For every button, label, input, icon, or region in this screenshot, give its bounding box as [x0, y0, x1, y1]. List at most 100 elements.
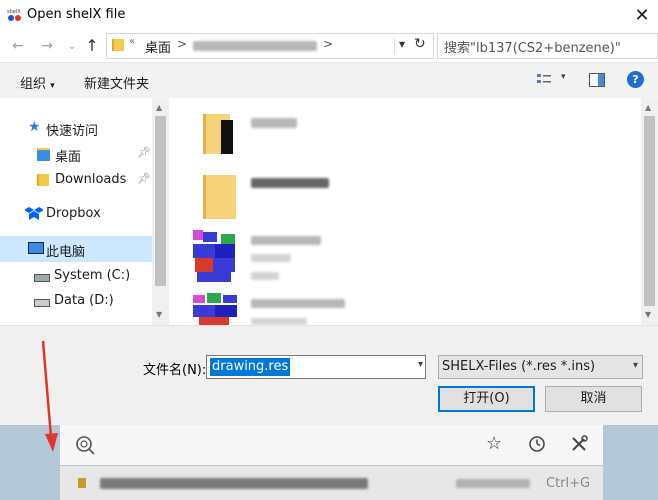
preview-pane-button[interactable]: [589, 73, 605, 87]
breadcrumb-separator[interactable]: >: [177, 37, 187, 51]
list-item[interactable]: [193, 230, 243, 285]
star-icon: ★: [28, 119, 41, 135]
forward-arrow-icon: →: [41, 38, 53, 54]
help-icon: ?: [632, 73, 639, 86]
breadcrumb-desktop[interactable]: 桌面: [145, 37, 171, 56]
organize-menu[interactable]: 组织 ▾: [20, 73, 55, 92]
chevron-down-icon[interactable]: ▾: [418, 359, 423, 370]
sidebar-item-label: Dropbox: [46, 206, 101, 221]
sidebar-item-label: 快速访问: [46, 124, 99, 139]
blurred-file-name: [251, 236, 321, 245]
organize-label: 组织: [20, 77, 47, 92]
view-options-button[interactable]: [537, 73, 551, 85]
view-details-icon: [537, 74, 551, 83]
folder-icon: [112, 39, 124, 51]
blurred-file-size: [251, 272, 279, 280]
scrollbar-thumb[interactable]: [644, 116, 655, 306]
blurred-file-name: [251, 299, 345, 308]
address-dropdown-button[interactable]: ▾: [399, 37, 405, 51]
scroll-down-icon[interactable]: ▼: [156, 310, 162, 319]
computer-icon: [28, 242, 44, 254]
file-list-scrollbar[interactable]: ▲ ▼: [641, 98, 658, 325]
star-outline-icon[interactable]: ☆: [486, 433, 502, 454]
chevron-down-icon: ⌄: [67, 39, 77, 52]
sidebar-item-desktop[interactable]: 桌面 📌︎: [0, 142, 152, 166]
preview-pane-icon: [598, 74, 604, 86]
back-button[interactable]: ←: [8, 37, 28, 55]
help-button[interactable]: ?: [627, 71, 644, 88]
dropbox-icon: [25, 207, 43, 220]
sidebar-item-label: 此电脑: [46, 245, 86, 260]
close-button[interactable]: ✕: [630, 3, 654, 27]
sidebar-scrollbar[interactable]: ▲ ▼: [152, 98, 169, 325]
view-dropdown[interactable]: ▾: [561, 72, 566, 82]
chevron-down-icon: ▾: [561, 72, 566, 82]
blurred-result-title: [100, 478, 368, 489]
sidebar-item-label: Data (D:): [54, 293, 114, 308]
folder-icon: [203, 175, 236, 219]
shortcut-hint: Ctrl+G: [546, 476, 591, 491]
chevron-down-icon: ▾: [50, 81, 55, 91]
filename-input[interactable]: drawing.res: [210, 358, 291, 376]
sidebar-item-system-c[interactable]: System (C:): [0, 264, 152, 288]
scroll-down-icon[interactable]: ▼: [645, 310, 651, 319]
cancel-button[interactable]: 取消: [545, 386, 642, 412]
refresh-button[interactable]: ↻: [414, 36, 426, 52]
forward-button[interactable]: →: [37, 37, 57, 55]
breadcrumb-separator-2[interactable]: >: [323, 37, 333, 51]
address-bar[interactable]: « 桌面 > > ▾ ↻: [106, 33, 434, 59]
sidebar-item-this-pc[interactable]: 此电脑: [0, 236, 152, 262]
sidebar-item-downloads[interactable]: Downloads 📌︎: [0, 168, 152, 192]
sidebar-item-quick-access[interactable]: ★ 快速访问: [0, 116, 152, 140]
list-item[interactable]: [193, 293, 243, 325]
blurred-folder-name: [193, 41, 317, 51]
shelx-app-icon: shelX: [7, 9, 21, 21]
recent-locations-button[interactable]: ⌄: [62, 37, 82, 55]
scroll-up-icon[interactable]: ▲: [156, 103, 162, 112]
scroll-up-icon[interactable]: ▲: [645, 103, 651, 112]
up-button[interactable]: ↑: [82, 37, 102, 55]
file-type-value: SHELX-Files (*.res *.ins): [442, 359, 596, 374]
blurred-file-name: [251, 178, 329, 188]
breadcrumb-overflow[interactable]: «: [129, 36, 135, 47]
sidebar-item-label: System (C:): [54, 268, 131, 283]
tools-icon[interactable]: [570, 435, 588, 453]
search-input[interactable]: 搜索"lb137(CS2+benzene)": [444, 37, 621, 56]
close-icon: ✕: [634, 4, 650, 26]
drive-icon: [34, 299, 50, 307]
sidebar-item-dropbox[interactable]: Dropbox: [0, 202, 152, 226]
background-window-result-row: Ctrl+G: [60, 466, 603, 500]
list-item[interactable]: [203, 171, 236, 219]
chevron-down-icon: ▾: [632, 360, 638, 371]
folder-icon: [37, 174, 49, 186]
file-type-select[interactable]: SHELX-Files (*.res *.ins) ▾: [438, 355, 643, 379]
sidebar-item-label: 桌面: [55, 150, 82, 165]
sidebar-item-data-d[interactable]: Data (D:): [0, 289, 152, 313]
pin-icon: 📌︎: [137, 146, 151, 159]
clock-icon[interactable]: [528, 435, 546, 453]
search-target-icon[interactable]: [74, 434, 96, 456]
filename-combobox[interactable]: drawing.res ▾: [206, 355, 426, 379]
blurred-result-source: [456, 479, 530, 488]
res-file-thumbnail-icon: [193, 293, 243, 325]
filename-label: 文件名(N):: [143, 363, 207, 378]
new-folder-button[interactable]: 新建文件夹: [84, 73, 149, 92]
chevron-down-icon: ▾: [399, 37, 406, 51]
desktop-folder-icon: [37, 148, 50, 161]
folder-content-icon: [221, 120, 233, 154]
list-item[interactable]: [203, 112, 233, 156]
file-list: [169, 98, 641, 325]
address-divider: [394, 38, 395, 54]
folder-icon: [78, 478, 86, 488]
background-window-toolbar: ☆: [60, 425, 603, 465]
sidebar-item-label: Downloads: [55, 172, 127, 187]
up-arrow-icon: ↑: [85, 36, 99, 55]
scrollbar-thumb[interactable]: [155, 116, 166, 286]
search-box[interactable]: 搜索"lb137(CS2+benzene)": [437, 33, 658, 59]
blurred-file-name: [251, 118, 297, 128]
blurred-file-type: [251, 318, 307, 325]
back-arrow-icon: ←: [12, 38, 24, 54]
app-icon-text: shelX: [7, 9, 21, 15]
command-toolbar: 组织 ▾ 新建文件夹 ▾ ?: [0, 62, 658, 100]
open-button[interactable]: 打开(O): [438, 386, 535, 412]
